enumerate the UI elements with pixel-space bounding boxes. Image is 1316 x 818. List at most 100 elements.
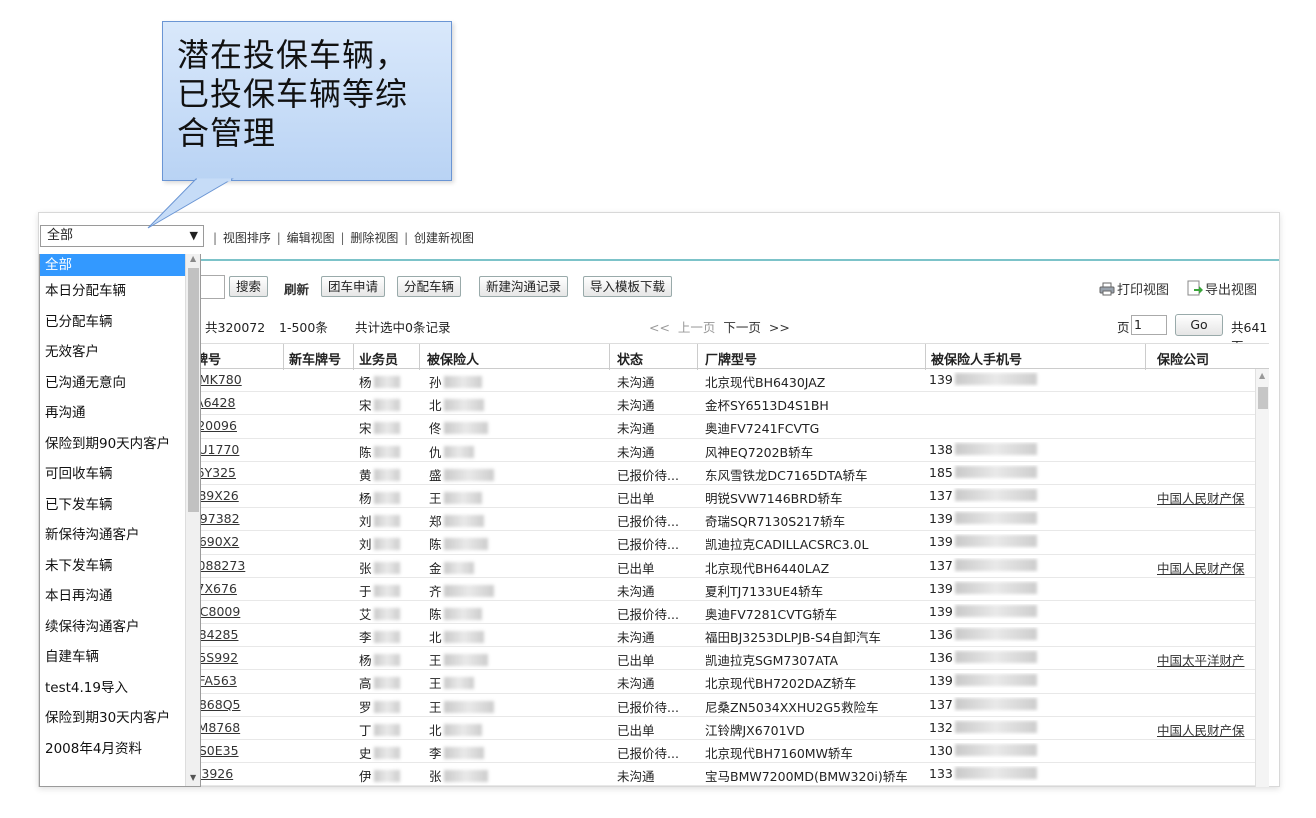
insured-cell: 王: [429, 697, 599, 716]
header-insured[interactable]: 被保险人: [427, 349, 479, 368]
header-new-plate[interactable]: 新车牌号: [289, 349, 341, 368]
plate-link[interactable]: QS0E35: [189, 743, 279, 758]
dropdown-option[interactable]: 2008年4月资料: [40, 734, 186, 765]
table-row[interactable]: N5S992 杨王 已出单 凯迪拉克SGM7307ATA 136 中国太平洋财产: [189, 647, 1257, 671]
table-row[interactable]: G84285 李北 未沟通 福田BJ3253DLPJB-S4自卸汽车 136: [189, 624, 1257, 648]
table-row[interactable]: N89X26 杨王 已出单 明锐SVW7146BRD轿车 137 中国人民财产保: [189, 485, 1257, 509]
redacted-block: [954, 535, 1037, 548]
import-template-button[interactable]: 导入模板下载: [583, 276, 673, 297]
header-salesperson[interactable]: 业务员: [359, 349, 398, 368]
table-row[interactable]: Q868Q5 罗王 已报价待... 尼桑ZN5034XXHU2G5救险车 137: [189, 694, 1257, 717]
plate-link[interactable]: P7X676: [189, 581, 279, 596]
dropdown-option[interactable]: 自建车辆: [40, 642, 186, 673]
table-row[interactable]: FA6428 宋北 未沟通 金杯SY6513D4S1BH: [189, 392, 1257, 416]
plate-link[interactable]: NFA563: [189, 673, 279, 688]
table-row[interactable]: QMK780 杨孙 未沟通 北京现代BH6430JAZ 139: [189, 369, 1257, 393]
dropdown-option[interactable]: 已沟通无意向: [40, 368, 186, 399]
table-row[interactable]: K20096 宋佟 未沟通 奥迪FV7241FCVTG: [189, 415, 1257, 439]
table-row[interactable]: P6Y325 黄盛 已报价待... 东风雪铁龙DC7165DTA轿车 185: [189, 462, 1257, 485]
table-row[interactable]: QS0E35 史李 已报价待... 北京现代BH7160MW轿车 130: [189, 740, 1257, 764]
print-view-button[interactable]: 打印视图: [1099, 279, 1169, 298]
scroll-thumb[interactable]: [1258, 387, 1268, 409]
refresh-button[interactable]: 刷新: [284, 279, 309, 298]
company-link[interactable]: 中国人民财产保: [1157, 720, 1257, 739]
dropdown-option[interactable]: 续保待沟通客户: [40, 612, 186, 643]
prev-page-link[interactable]: 上一页: [678, 320, 716, 335]
plate-link[interactable]: N89X26: [189, 488, 279, 503]
new-record-button[interactable]: 新建沟通记录: [479, 276, 569, 297]
edit-view-link[interactable]: 编辑视图: [287, 231, 335, 245]
redacted-block: [373, 631, 400, 644]
dropdown-option[interactable]: 保险到期30天内客户: [40, 703, 186, 734]
plate-link[interactable]: Q690X2: [189, 534, 279, 549]
dropdown-scrollbar[interactable]: ▲ ▼: [185, 254, 200, 786]
table-row[interactable]: P7X676 于齐 未沟通 夏利TJ7133UE4轿车 139: [189, 578, 1257, 601]
dropdown-option[interactable]: 全部: [40, 254, 186, 276]
plate-link[interactable]: AM8768: [189, 720, 279, 735]
company-link[interactable]: 中国太平洋财产: [1157, 650, 1257, 669]
view-sort-link[interactable]: 视图排序: [223, 231, 271, 245]
dropdown-option[interactable]: 本日分配车辆: [40, 276, 186, 307]
table-row[interactable]: Q690X2 刘陈 已报价待... 凯迪拉克CADILLACSRC3.0L 139: [189, 531, 1257, 555]
header-status[interactable]: 状态: [617, 349, 643, 368]
table-row[interactable]: NFA563 高王 未沟通 北京现代BH7202DAZ轿车 139: [189, 670, 1257, 694]
company-link[interactable]: 中国人民财产保: [1157, 488, 1257, 507]
redacted-block: [443, 491, 482, 504]
plate-link[interactable]: P6Y325: [189, 465, 279, 480]
plate-link[interactable]: K20096: [189, 418, 279, 433]
scroll-down-icon[interactable]: ▼: [190, 773, 196, 782]
status-cell: 未沟通: [617, 676, 655, 692]
dropdown-option[interactable]: 本日再沟通: [40, 581, 186, 612]
scroll-up-icon[interactable]: ▲: [190, 254, 196, 263]
salesperson-cell: 陈: [359, 442, 419, 461]
plate-link[interactable]: M97382: [189, 511, 279, 526]
header-model[interactable]: 厂牌型号: [705, 349, 757, 368]
dropdown-option[interactable]: test4.19导入: [40, 673, 186, 704]
plate-link[interactable]: W3926: [189, 766, 279, 781]
dropdown-option[interactable]: 未下发车辆: [40, 551, 186, 582]
status-cell: 未沟通: [617, 444, 655, 460]
create-view-link[interactable]: 创建新视图: [414, 231, 474, 245]
plate-link[interactable]: Q868Q5: [189, 697, 279, 712]
table-row[interactable]: V088273 张金 已出单 北京现代BH6440LAZ 137 中国人民财产保: [189, 555, 1257, 578]
header-phone[interactable]: 被保险人手机号: [931, 349, 1022, 368]
company-link[interactable]: 中国人民财产保: [1157, 558, 1257, 577]
plate-link[interactable]: V088273: [189, 558, 279, 573]
redacted-block: [443, 770, 488, 783]
dropdown-option[interactable]: 已下发车辆: [40, 490, 186, 521]
table-scrollbar[interactable]: ▲: [1255, 369, 1269, 787]
table-row[interactable]: MC8009 艾陈 已报价待... 奥迪FV7281CVTG轿车 139: [189, 601, 1257, 625]
dropdown-option[interactable]: 无效客户: [40, 337, 186, 368]
plate-link[interactable]: MC8009: [189, 604, 279, 619]
search-button[interactable]: 搜索: [229, 276, 269, 297]
dropdown-option[interactable]: 再沟通: [40, 398, 186, 429]
go-button[interactable]: Go: [1175, 314, 1223, 336]
plate-link[interactable]: HU1770: [189, 442, 279, 457]
view-dropdown-list: 全部 本日分配车辆 已分配车辆 无效客户 已沟通无意向 再沟通 保险到期90天内客户 可回收车…: [39, 254, 201, 787]
plate-link[interactable]: G84285: [189, 627, 279, 642]
assign-vehicle-button[interactable]: 分配车辆: [397, 276, 462, 297]
dropdown-option[interactable]: 保险到期90天内客户: [40, 429, 186, 460]
table-row[interactable]: HU1770 陈仇 未沟通 风神EQ7202B轿车 138: [189, 439, 1257, 462]
page-number-input[interactable]: 1: [1131, 315, 1167, 335]
scroll-up-icon[interactable]: ▲: [1259, 371, 1265, 380]
dropdown-option[interactable]: 可回收车辆: [40, 459, 186, 490]
table-row[interactable]: AM8768 丁北 已出单 江铃牌JX6701VD 132 中国人民财产保: [189, 717, 1257, 740]
plate-link[interactable]: QMK780: [189, 372, 279, 387]
view-select[interactable]: 全部 ▼: [40, 225, 204, 247]
next-page-link[interactable]: 下一页: [723, 320, 761, 335]
first-page-link[interactable]: <<: [649, 320, 670, 335]
dropdown-option[interactable]: 新保待沟通客户: [40, 520, 186, 551]
salesperson-cell: 杨: [359, 372, 419, 391]
last-page-link[interactable]: >>: [769, 320, 790, 335]
dropdown-option[interactable]: 已分配车辆: [40, 307, 186, 338]
group-apply-button[interactable]: 团车申请: [321, 276, 386, 297]
export-view-button[interactable]: 导出视图: [1187, 279, 1257, 298]
table-row[interactable]: M97382 刘郑 已报价待... 奇瑞SQR7130S217轿车 139: [189, 508, 1257, 532]
plate-link[interactable]: N5S992: [189, 650, 279, 665]
scroll-thumb[interactable]: [188, 268, 199, 512]
delete-view-link[interactable]: 删除视图: [350, 231, 398, 245]
header-company[interactable]: 保险公司: [1157, 349, 1209, 368]
table-row[interactable]: W3926 伊张 未沟通 宝马BMW7200MD(BMW320i)轿车 133: [189, 763, 1257, 787]
plate-link[interactable]: FA6428: [189, 395, 279, 410]
